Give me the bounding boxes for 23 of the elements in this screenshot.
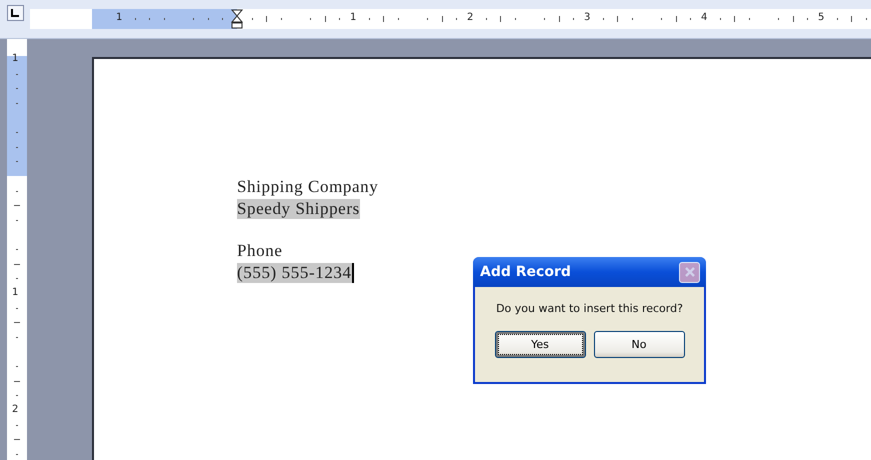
- tab-selector-button[interactable]: [6, 5, 24, 21]
- ruler-number: 2: [467, 11, 474, 25]
- field-value[interactable]: (555) 555-1234: [237, 263, 352, 283]
- close-icon: [684, 266, 696, 278]
- ruler-number: 1: [116, 11, 122, 25]
- text-cursor: [352, 263, 354, 283]
- dialog-message: Do you want to insert this record?: [496, 302, 683, 315]
- ruler-number: 5: [818, 11, 824, 25]
- field-value[interactable]: Speedy Shippers: [237, 199, 360, 219]
- close-button[interactable]: [679, 262, 700, 282]
- field-label: Phone: [237, 240, 284, 262]
- ruler-number: 1: [12, 286, 18, 300]
- dialog-button[interactable]: No: [594, 331, 684, 358]
- field-label: Shipping Company: [237, 176, 380, 198]
- ruler-number: 3: [584, 11, 590, 25]
- ruler-number: 1: [12, 52, 18, 66]
- indent-marker-icon[interactable]: [231, 9, 243, 29]
- ruler-number: 2: [12, 403, 18, 417]
- dialog-button[interactable]: Yes: [494, 331, 586, 358]
- ruler-number: 1: [350, 11, 356, 25]
- dialog-title: Add Record: [480, 264, 571, 280]
- left-tab-icon: [11, 9, 19, 17]
- ruler-number: 4: [701, 11, 708, 25]
